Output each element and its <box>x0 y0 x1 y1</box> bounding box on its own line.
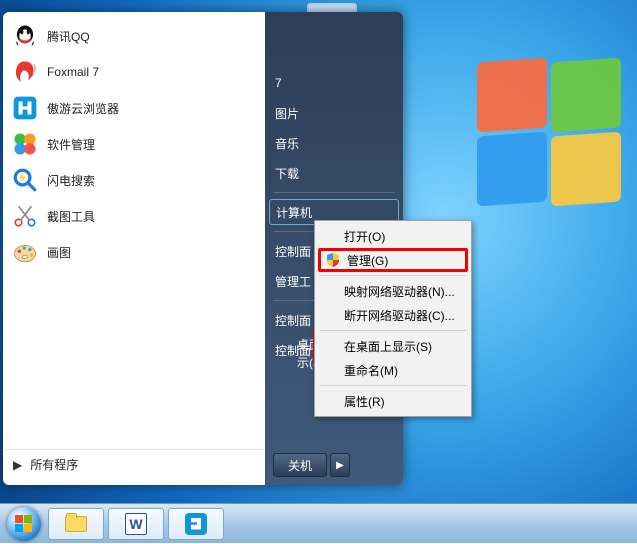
ctx-separator <box>320 330 466 331</box>
right-item-label: 音乐 <box>275 135 299 152</box>
program-label: 画图 <box>47 244 71 261</box>
right-item-downloads[interactable]: 下载 <box>265 158 403 188</box>
start-orb-circle <box>7 507 41 541</box>
program-label: 傲游云浏览器 <box>47 100 119 117</box>
right-item-user[interactable]: 7 <box>265 68 403 98</box>
ctx-disconnect-network-drive[interactable]: 断开网络驱动器(C)... <box>318 303 468 327</box>
ctx-separator <box>320 385 466 386</box>
program-label: Foxmail 7 <box>47 65 99 79</box>
ctx-show-on-desktop[interactable]: 在桌面上显示(S) <box>318 334 468 358</box>
program-item-lightning-search[interactable]: 闪电搜索 <box>5 162 263 198</box>
right-item-pictures[interactable]: 图片 <box>265 98 403 128</box>
maxthon-icon <box>11 94 39 122</box>
program-item-qq[interactable]: 腾讯QQ <box>5 18 263 54</box>
right-item-label: 7 <box>275 76 282 90</box>
ctx-label: 在桌面上显示(S) <box>344 338 432 355</box>
windows-logo <box>477 60 637 220</box>
all-programs-arrow-icon: ▶ <box>13 458 22 472</box>
program-label: 软件管理 <box>47 136 95 153</box>
right-item-music[interactable]: 音乐 <box>265 128 403 158</box>
word-icon: W <box>124 512 148 536</box>
start-menu-left-panel: 腾讯QQ Foxmail 7 傲游云浏览器 <box>3 12 265 485</box>
start-orb[interactable] <box>4 504 44 544</box>
program-label: 腾讯QQ <box>47 28 90 45</box>
shutdown-button[interactable]: 关机 <box>273 453 327 477</box>
qq-icon <box>11 22 39 50</box>
ctx-rename[interactable]: 重命名(M) <box>318 358 468 382</box>
lightning-search-icon <box>11 166 39 194</box>
pinned-programs-list: 腾讯QQ Foxmail 7 傲游云浏览器 <box>5 18 263 449</box>
ctx-open[interactable]: 打开(O) <box>318 224 468 248</box>
ctx-label: 打开(O) <box>344 228 385 245</box>
right-item-label: 下载 <box>275 165 299 182</box>
shutdown-options-arrow[interactable]: ▶ <box>330 453 350 477</box>
program-label: 闪电搜索 <box>47 172 95 189</box>
foxmail-icon <box>11 58 39 86</box>
right-item-label: 计算机 <box>276 204 312 221</box>
ctx-properties[interactable]: 属性(R) <box>318 389 468 413</box>
shutdown-row: 关机 ▶ <box>273 453 403 477</box>
ctx-label: 映射网络驱动器(N)... <box>344 283 455 300</box>
computer-context-menu: 打开(O) 管理(G) 映射网络驱动器(N)... 断开网络驱动器(C)... … <box>314 220 472 417</box>
software-manager-icon <box>11 130 39 158</box>
desktop-background: 腾讯QQ Foxmail 7 傲游云浏览器 <box>0 0 637 543</box>
taskbar-explorer[interactable] <box>48 508 104 540</box>
ctx-label: 重命名(M) <box>344 362 398 379</box>
ctx-label: 属性(R) <box>344 393 385 410</box>
program-item-software-manager[interactable]: 软件管理 <box>5 126 263 162</box>
ctx-separator <box>320 275 466 276</box>
ctx-manage[interactable]: 管理(G) <box>318 248 468 272</box>
ctx-label: 断开网络驱动器(C)... <box>344 307 455 324</box>
taskbar-maxthon[interactable] <box>168 508 224 540</box>
shutdown-label: 关机 <box>288 457 312 474</box>
taskbar: W <box>0 503 637 543</box>
program-item-foxmail[interactable]: Foxmail 7 <box>5 54 263 90</box>
windows-flag-icon <box>15 515 33 533</box>
program-label: 截图工具 <box>47 208 95 225</box>
all-programs-button[interactable]: ▶ 所有程序 <box>5 449 263 479</box>
maxthon-icon <box>184 512 208 536</box>
snipping-tool-icon <box>11 202 39 230</box>
right-item-label: 管理工 <box>275 273 311 290</box>
folder-icon <box>64 512 88 536</box>
right-item-label: 控制面 <box>275 312 311 329</box>
program-item-paint[interactable]: 画图 <box>5 234 263 270</box>
program-item-snipping-tool[interactable]: 截图工具 <box>5 198 263 234</box>
right-item-label: 控制面 <box>275 243 311 260</box>
paint-icon <box>11 238 39 266</box>
program-item-maxthon[interactable]: 傲游云浏览器 <box>5 90 263 126</box>
ctx-map-network-drive[interactable]: 映射网络驱动器(N)... <box>318 279 468 303</box>
taskbar-word[interactable]: W <box>108 508 164 540</box>
uac-shield-icon <box>325 252 341 268</box>
all-programs-label: 所有程序 <box>30 456 78 473</box>
separator <box>273 192 395 193</box>
right-item-label: 图片 <box>275 105 299 122</box>
ctx-label: 管理(G) <box>347 252 388 269</box>
